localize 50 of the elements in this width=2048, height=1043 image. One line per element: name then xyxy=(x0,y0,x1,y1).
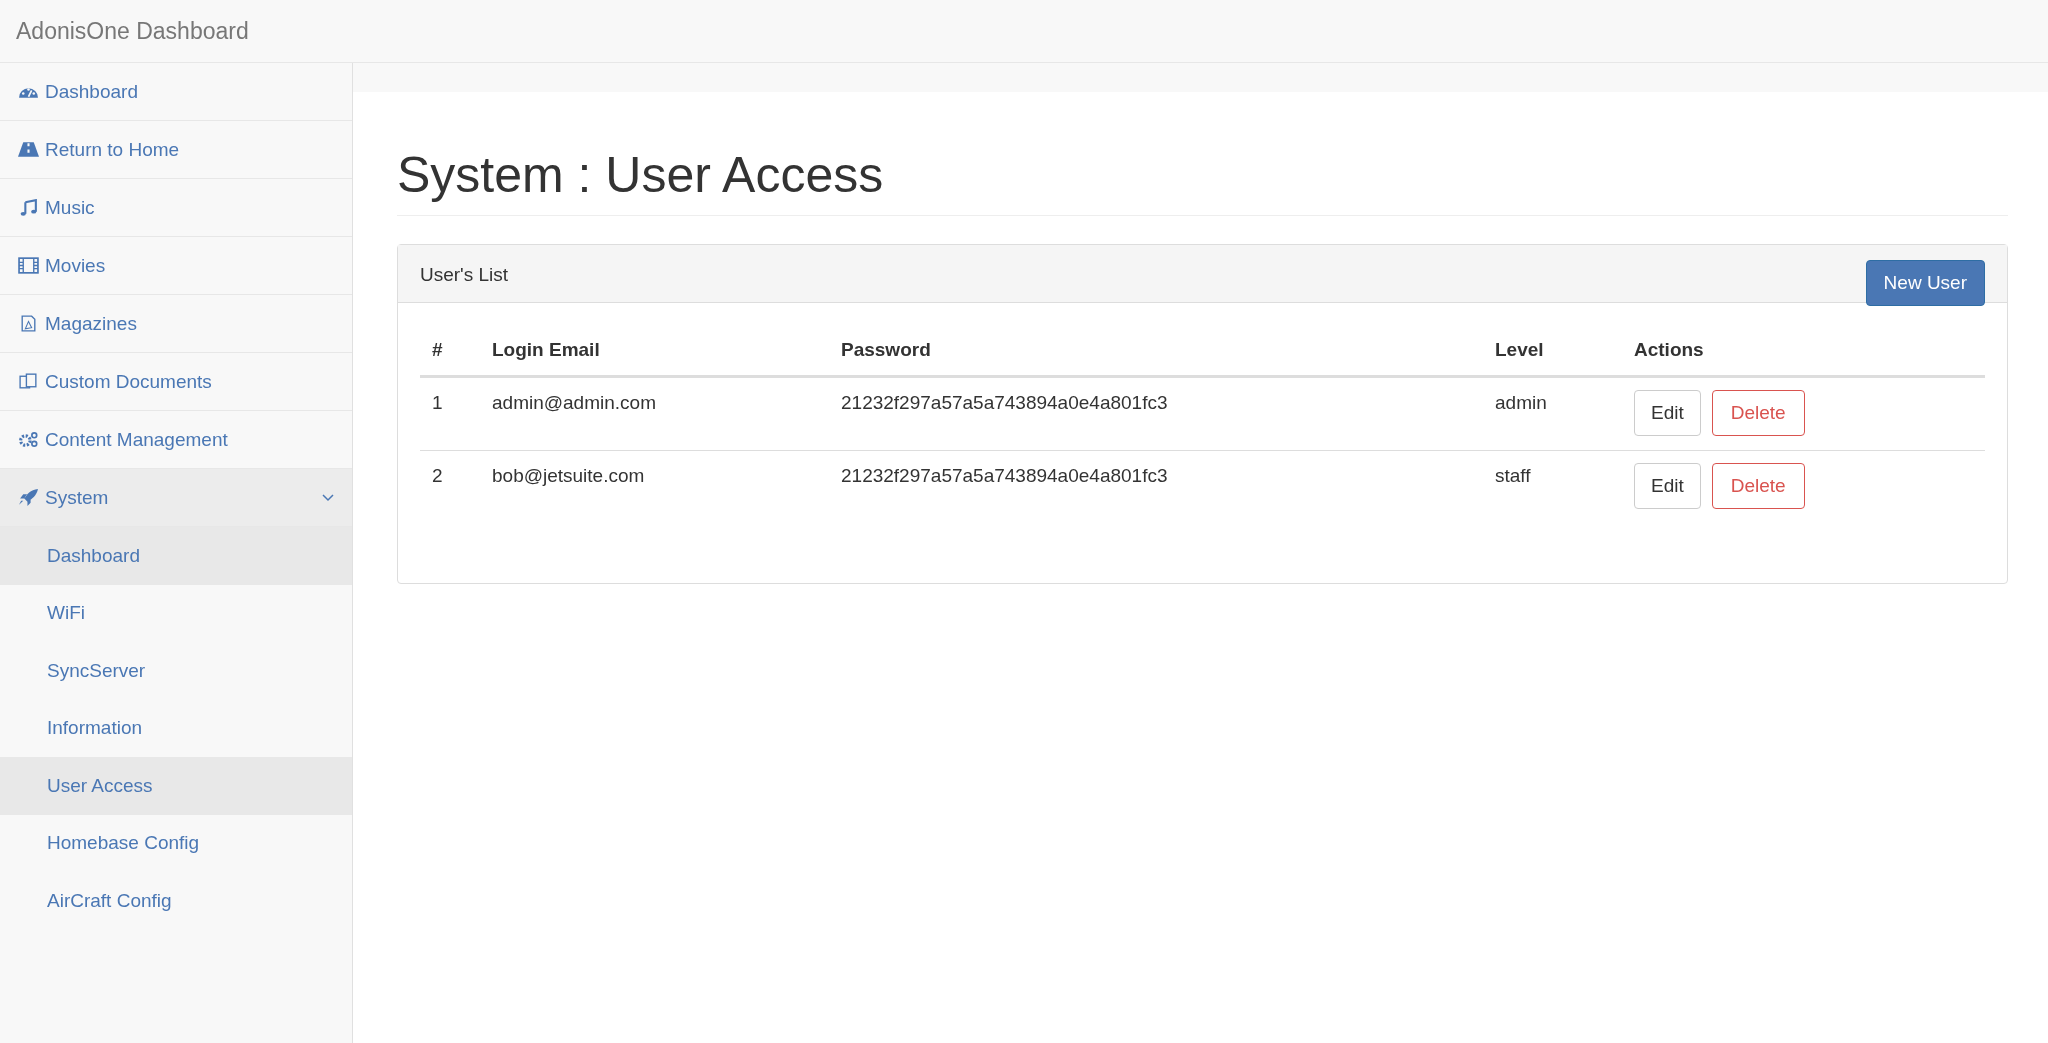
chevron-icon xyxy=(322,493,334,502)
sidebar-item-label: System xyxy=(45,486,110,509)
sidebar-item[interactable]: Custom Documents xyxy=(0,353,352,411)
password-cell: 21232f297a57a5a743894a0e4a801fc3 xyxy=(841,465,1168,486)
delete-button[interactable]: Delete xyxy=(1711,463,1805,509)
column-header: Actions xyxy=(1634,339,1704,360)
sidebar-item[interactable]: Return to Home xyxy=(0,121,352,179)
submenu-item[interactable]: AirCraft Config xyxy=(0,872,352,930)
film-icon xyxy=(18,257,39,274)
sidebar-item[interactable]: Magazines xyxy=(0,295,352,353)
column-header: Level xyxy=(1495,339,1544,360)
submenu-item[interactable]: SyncServer xyxy=(0,642,352,700)
new-user-button[interactable]: New User xyxy=(1865,260,1985,306)
road-icon xyxy=(18,141,39,158)
column-header: Password xyxy=(841,339,931,360)
email-cell: admin@admin.com xyxy=(492,392,656,413)
sidebar-item-label: Content Management xyxy=(45,428,229,451)
edit-button[interactable]: Edit xyxy=(1634,463,1701,509)
sidebar-item[interactable]: Movies xyxy=(0,237,352,295)
rocket-icon xyxy=(18,489,39,506)
column-header: Login Email xyxy=(492,339,600,360)
level-cell: staff xyxy=(1495,465,1531,486)
submenu-item[interactable]: Homebase Config xyxy=(0,814,352,872)
copy-icon xyxy=(18,373,39,390)
column-header: # xyxy=(432,339,443,360)
sidebar-item-label: Dashboard xyxy=(45,80,139,103)
sidebar-item-label: Return to Home xyxy=(45,138,181,161)
music-note-icon xyxy=(18,199,39,216)
delete-button[interactable]: Delete xyxy=(1711,390,1805,436)
sidebar-item-label: Music xyxy=(45,196,96,219)
panel-title: User's List xyxy=(420,264,509,286)
row-number: 1 xyxy=(432,392,443,413)
edit-button[interactable]: Edit xyxy=(1634,390,1701,436)
gears-icon xyxy=(18,431,39,448)
submenu-item[interactable]: User Access xyxy=(0,757,352,815)
email-cell: bob@jetsuite.com xyxy=(492,465,645,486)
submenu-item[interactable]: WiFi xyxy=(0,584,352,642)
sidebar-item[interactable]: Music xyxy=(0,179,352,237)
sidebar-item-label: Custom Documents xyxy=(45,370,213,393)
password-cell: 21232f297a57a5a743894a0e4a801fc3 xyxy=(841,392,1168,413)
submenu-item[interactable]: Information xyxy=(0,699,352,757)
submenu-item[interactable]: Dashboard xyxy=(0,527,352,585)
sidebar-item[interactable]: System xyxy=(0,469,352,527)
page-title: System : User Access xyxy=(397,148,2008,216)
brand-title[interactable]: AdonisOne Dashboard xyxy=(16,17,249,45)
sidebar-item[interactable]: Dashboard xyxy=(0,63,352,121)
level-cell: admin xyxy=(1495,392,1547,413)
sidebar-item-label: Movies xyxy=(45,254,107,277)
row-number: 2 xyxy=(432,465,443,486)
sidebar-item-label: Magazines xyxy=(45,312,138,335)
